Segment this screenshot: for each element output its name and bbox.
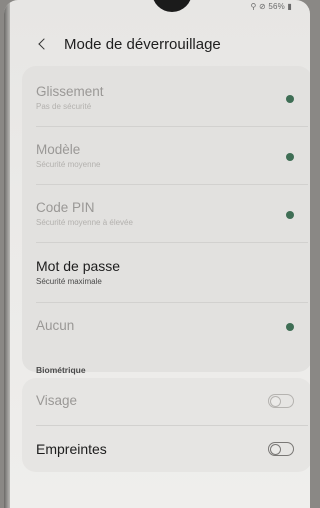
option-code-pin[interactable]: Code PIN Sécurité moyenne à élevée [36,200,294,227]
option-aucun[interactable]: Aucun [36,318,294,333]
status-icons: ⚲ ⊘ [250,2,269,11]
phone-bezel [4,0,10,508]
info-icon[interactable] [286,211,294,219]
app-header: Mode de déverrouillage [34,32,221,56]
biometrics-card: Visage Empreintes [22,378,310,472]
option-sub: Sécurité moyenne à élevée [36,218,133,227]
biometric-label: Visage [36,393,78,408]
option-sub: Sécurité moyenne [36,160,101,169]
section-biometrics-label: Biométrique [36,365,86,375]
option-label: Glissement [36,84,104,99]
divider [36,126,308,127]
option-label: Aucun [36,318,75,333]
page-title: Mode de déverrouillage [64,35,221,53]
info-icon[interactable] [286,95,294,103]
phone-screen: ⚲ ⊘ 56% ▮ Mode de déverrouillage Glissem… [4,0,310,508]
option-sub: Pas de sécurité [36,102,92,111]
battery-text: 56% [268,2,285,11]
option-label: Modèle [36,142,81,157]
biometric-label: Empreintes [36,441,107,457]
option-glissement[interactable]: Glissement Pas de sécurité [36,84,294,111]
unlock-options-card: Glissement Pas de sécurité Modèle Sécuri… [22,66,310,372]
biometric-visage[interactable]: Visage [36,393,294,408]
option-modele[interactable]: Modèle Sécurité moyenne [36,142,294,169]
option-label: Mot de passe [36,258,121,274]
battery-icon: ▮ [284,2,292,11]
divider [36,242,308,243]
back-arrow-icon[interactable] [34,34,54,54]
option-sub: Sécurité maximale [36,277,102,286]
biometric-empreintes[interactable]: Empreintes [36,441,294,457]
status-bar: ⚲ ⊘ 56% ▮ [251,2,292,11]
option-mot-de-passe[interactable]: Mot de passe Sécurité maximale [36,258,294,286]
option-label: Code PIN [36,200,95,215]
info-icon[interactable] [286,323,294,331]
camera-notch [152,0,192,12]
divider [36,425,308,426]
divider [36,302,308,303]
divider [36,184,308,185]
visage-toggle[interactable] [268,394,294,408]
info-icon[interactable] [286,153,294,161]
empreintes-toggle[interactable] [268,442,294,456]
